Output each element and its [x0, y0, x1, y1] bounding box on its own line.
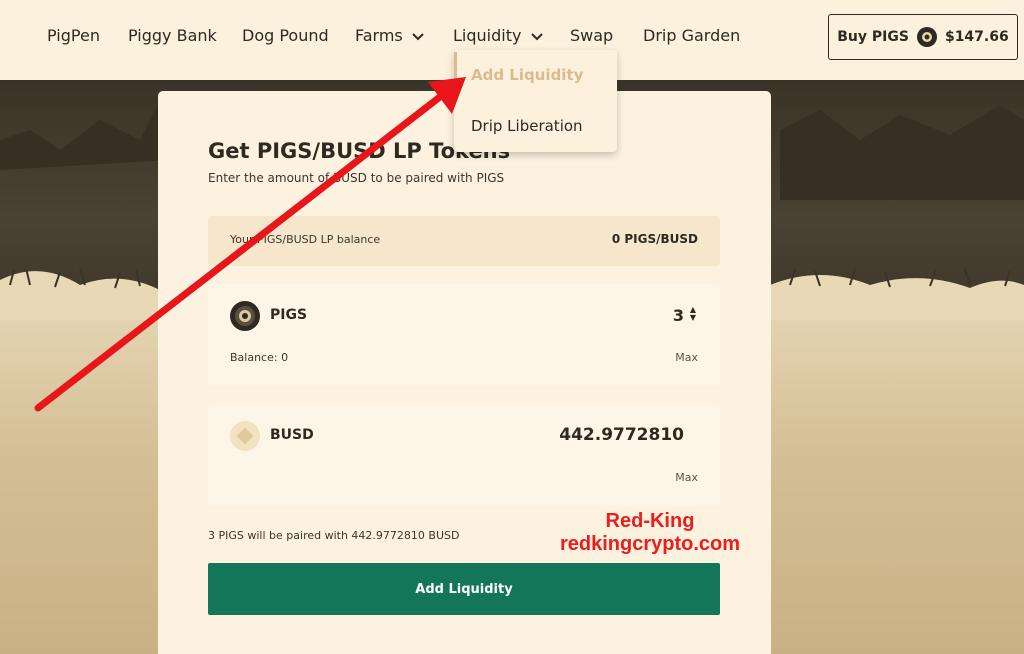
card-subtitle: Enter the amount of BUSD to be paired wi…: [208, 171, 505, 185]
pigs-max-button[interactable]: Max: [675, 351, 698, 364]
busd-max-button[interactable]: Max: [675, 471, 698, 484]
pigs-token-name: PIGS: [270, 307, 308, 323]
dropdown-add-liquidity[interactable]: Add Liquidity: [471, 66, 583, 84]
nav-farms-label: Farms: [355, 26, 403, 45]
buy-pigs-button[interactable]: Buy PIGS $147.66: [828, 14, 1018, 60]
nav-farms[interactable]: Farms: [355, 26, 424, 45]
liquidity-dropdown: Add Liquidity Drip Liberation: [454, 50, 617, 152]
watermark-url: redkingcrypto.com: [559, 533, 741, 555]
pigs-input-box: PIGS ▲▼ Balance: 0 Max: [208, 284, 720, 386]
amount-spinner[interactable]: ▲ ▼: [688, 306, 698, 324]
chevron-down-icon: [412, 32, 424, 40]
lp-balance-value: 0 PIGS/BUSD: [611, 232, 698, 246]
active-indicator: [454, 52, 457, 97]
add-liquidity-card: Get PIGS/BUSD LP Tokens Enter the amount…: [158, 91, 771, 654]
paired-note: 3 PIGS will be paired with 442.9772810 B…: [208, 529, 460, 542]
nav-swap[interactable]: Swap: [570, 26, 613, 45]
chevron-down-icon: [530, 32, 543, 40]
lp-balance-box: Your PIGS/BUSD LP balance 0 PIGS/BUSD: [208, 216, 720, 266]
add-liquidity-button[interactable]: Add Liquidity: [208, 563, 720, 615]
busd-amount: 442.9772810: [559, 425, 684, 445]
nav-pigpen[interactable]: PigPen: [47, 26, 100, 45]
pigs-amount-input[interactable]: [498, 302, 698, 328]
nav-dog-pound[interactable]: Dog Pound: [242, 26, 329, 45]
lp-balance-label: Your PIGS/BUSD LP balance: [230, 233, 381, 246]
pigs-token-icon: [230, 301, 260, 331]
nav-liquidity-label: Liquidity: [453, 26, 522, 45]
pigs-balance: Balance: 0: [230, 351, 289, 364]
nav-liquidity[interactable]: Liquidity: [453, 26, 543, 45]
busd-token-icon: [230, 421, 260, 451]
nav-piggy-bank[interactable]: Piggy Bank: [128, 26, 217, 45]
watermark-name: Red-King: [605, 510, 695, 532]
buy-pigs-label: Buy PIGS: [837, 29, 909, 45]
busd-token-name: BUSD: [270, 427, 314, 443]
pigs-price: $147.66: [944, 29, 1009, 45]
nav-drip-garden[interactable]: Drip Garden: [643, 26, 740, 45]
pigs-token-icon: [916, 27, 937, 47]
busd-input-box: BUSD 442.9772810 Max: [208, 404, 720, 506]
watermark: Red-King redkingcrypto.com: [540, 510, 760, 556]
dropdown-drip-liberation[interactable]: Drip Liberation: [471, 117, 583, 135]
